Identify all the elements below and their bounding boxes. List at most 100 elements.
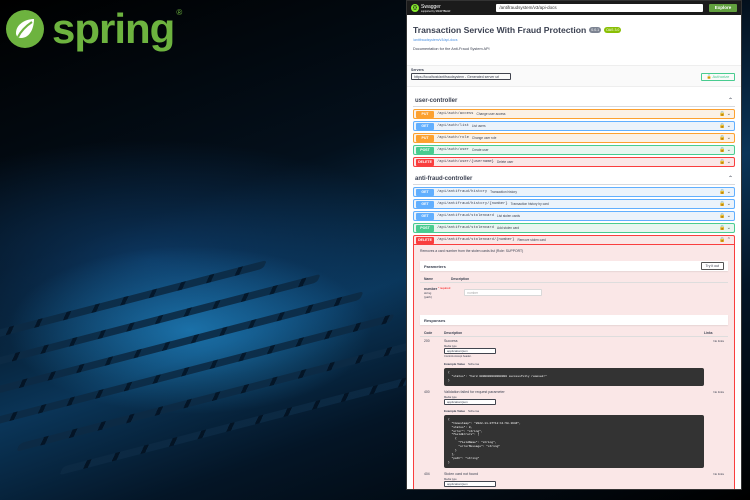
operation-path: /api/auth/user/{username} xyxy=(437,160,494,164)
http-method-badge: POST xyxy=(416,224,434,232)
lock-icon[interactable]: 🔒 xyxy=(719,111,725,117)
operation-row[interactable]: POST/api/auth/user Create user 🔒 ⌄ xyxy=(413,145,735,155)
operation-summary: Transaction history by card xyxy=(510,202,549,206)
trademark: ® xyxy=(176,8,183,17)
lock-icon[interactable]: 🔒 xyxy=(719,135,725,141)
lock-icon[interactable]: 🔒 xyxy=(719,123,725,129)
chevron-down-icon[interactable]: ⌄ xyxy=(727,123,731,129)
http-method-badge: PUT xyxy=(416,110,434,118)
api-docs-link[interactable]: /antifraudsystem/v3/api-docs xyxy=(413,38,735,42)
http-method-badge: GET xyxy=(416,212,434,220)
authorize-button[interactable]: 🔓 Authorize xyxy=(701,73,735,81)
required-marker: * required xyxy=(438,287,451,290)
authorize-label: Authorize xyxy=(712,74,730,79)
operation-row[interactable]: GET/api/antifraud/history/{number} Transa… xyxy=(413,199,735,209)
operation-path: /api/antifraud/history xyxy=(437,190,488,194)
operation-path: /api/auth/user xyxy=(437,148,469,152)
chevron-down-icon[interactable]: ⌄ xyxy=(727,225,731,231)
servers-select[interactable]: https://localhost/antifraudsystem - Gene… xyxy=(411,73,511,80)
http-method-badge: GET xyxy=(416,200,434,208)
tag-user-controller[interactable]: user-controller ⌃ xyxy=(413,97,735,107)
operation-path: /api/auth/list xyxy=(437,124,469,128)
api-title: Transaction Service With Fraud Protectio… xyxy=(413,25,587,35)
param-location: (path) xyxy=(424,295,432,299)
chevron-down-icon[interactable]: ⌄ xyxy=(727,135,731,141)
swagger-logo[interactable]: {} Swagger supported by SMARTBEAR xyxy=(411,4,450,13)
response-links: No links xyxy=(713,471,724,476)
lock-icon[interactable]: 🔒 xyxy=(719,147,725,153)
lock-icon[interactable]: 🔒 xyxy=(719,237,725,243)
lock-icon[interactable]: 🔒 xyxy=(719,159,725,165)
try-it-out-button[interactable]: Try it out xyxy=(700,262,724,270)
spring-wordmark: spring xyxy=(52,5,175,52)
parameters-table-header: Name Description xyxy=(420,271,728,283)
spec-url-input[interactable]: /antifraudsystem/v3/api-docs xyxy=(496,4,703,12)
operation-summary: Change user access xyxy=(476,112,506,116)
chevron-down-icon[interactable]: ⌄ xyxy=(727,189,731,195)
schema-tab[interactable]: Schema xyxy=(468,362,479,366)
responses-header: Responses xyxy=(420,315,728,325)
lock-icon[interactable]: 🔒 xyxy=(719,213,725,219)
operation-row[interactable]: GET/api/antifraud/history Transaction his… xyxy=(413,187,735,197)
operation-path: /api/antifraud/stolencard/{number} xyxy=(437,238,515,242)
operation-row[interactable]: PUT/api/auth/role Change user role 🔒 ⌄ xyxy=(413,133,735,143)
operation-summary: Add stolen card xyxy=(496,226,520,230)
response-links: No links xyxy=(713,389,724,394)
chevron-up-icon: ⌃ xyxy=(727,176,733,182)
operation-summary: Remove stolen card xyxy=(517,238,546,242)
responses-table-header: Code Description Links xyxy=(420,325,728,337)
media-type-select[interactable]: application/json xyxy=(444,348,496,354)
chevron-down-icon[interactable]: ⌄ xyxy=(727,159,731,165)
tag-name: user-controller xyxy=(415,97,458,104)
operation-row[interactable]: POST/api/antifraud/stolencard Add stolen … xyxy=(413,223,735,233)
operation-summary: Delete user xyxy=(496,160,514,164)
operation-row[interactable]: PUT/api/auth/access Change user access 🔒 ⌄ xyxy=(413,109,735,119)
tag-anti-fraud-controller[interactable]: anti-fraud-controller ⌃ xyxy=(413,175,735,185)
lock-icon[interactable]: 🔒 xyxy=(719,225,725,231)
lock-icon[interactable]: 🔒 xyxy=(719,201,725,207)
param-number-input[interactable]: number xyxy=(464,289,543,296)
operation-row[interactable]: DELETE/api/auth/user/{username} Delete us… xyxy=(413,157,735,167)
operation-path: /api/antifraud/stolencard xyxy=(437,214,494,218)
operation-summary: Create user xyxy=(471,148,489,152)
swagger-topbar: {} Swagger supported by SMARTBEAR /antifr… xyxy=(407,1,741,15)
chevron-down-icon[interactable]: ⌄ xyxy=(727,111,731,117)
background-laptop-image: spring ® {} Swagger supported by SMARTBEAR… xyxy=(0,0,750,500)
parameters-title: Parameters xyxy=(424,263,446,269)
col-name: Name xyxy=(424,277,433,281)
operation-path: /api/antifraud/history/{number} xyxy=(437,202,508,206)
spring-leaf-icon xyxy=(6,10,44,48)
chevron-down-icon[interactable]: ⌄ xyxy=(727,147,731,153)
response-code: 404 xyxy=(424,471,430,476)
operation-path: /api/antifraud/stolencard xyxy=(437,226,494,230)
example-value-tab[interactable]: Example Value xyxy=(444,362,465,366)
operation-details: Removes a card number from the stolen ca… xyxy=(413,245,735,489)
servers-section: Servers https://localhost/antifraudsyste… xyxy=(407,65,741,87)
col-code: Code xyxy=(424,331,433,335)
response-description: Stolen card not found xyxy=(444,471,479,476)
lock-icon[interactable]: 🔒 xyxy=(719,189,725,195)
response-description: Validation failed for request parameter xyxy=(444,389,505,394)
chevron-up-icon: ⌃ xyxy=(727,98,733,104)
media-type-select[interactable]: application/json xyxy=(444,480,496,487)
operation-summary: Change user role xyxy=(471,136,497,140)
chevron-up-icon[interactable]: ⌃ xyxy=(727,237,731,243)
operation-row[interactable]: GET/api/auth/list List users 🔒 ⌄ xyxy=(413,121,735,131)
operation-summary: Transaction history xyxy=(490,190,517,194)
swagger-icon: {} xyxy=(411,4,419,12)
example-value-tab[interactable]: Example Value xyxy=(444,409,465,413)
http-method-badge: POST xyxy=(416,146,434,154)
response-links: No links xyxy=(713,339,724,343)
chevron-down-icon[interactable]: ⌄ xyxy=(727,201,731,207)
col-links: Links xyxy=(704,331,713,335)
swagger-logo-sub: supported by SMARTBEAR xyxy=(421,9,451,13)
response-description: Success xyxy=(444,339,458,343)
schema-tab[interactable]: Schema xyxy=(468,409,479,413)
explore-button[interactable]: Explore xyxy=(709,4,737,12)
media-type-select[interactable]: application/json xyxy=(444,398,496,405)
operation-row[interactable]: GET/api/antifraud/stolencard List stolen … xyxy=(413,211,735,221)
example-json: { "timestamp": "2022-11-07T12:11:58.164Z… xyxy=(444,414,704,468)
operation-row[interactable]: DELETE/api/antifraud/stolencard/{number}… xyxy=(413,235,735,245)
response-row: 404 Stolen card not found Media type applic… xyxy=(420,470,728,489)
chevron-down-icon[interactable]: ⌄ xyxy=(727,213,731,219)
